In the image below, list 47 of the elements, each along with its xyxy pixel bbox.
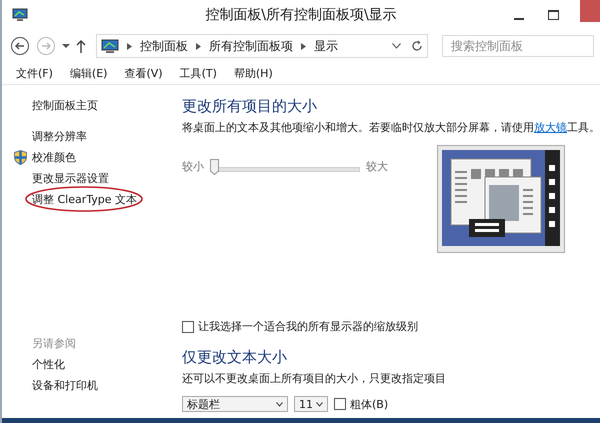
slider-min-label: 较小 bbox=[182, 159, 204, 174]
chevron-right-icon bbox=[196, 42, 201, 50]
sidebar-link[interactable]: 校准颜色 bbox=[32, 147, 76, 168]
section-heading: 更改所有项目的大小 bbox=[182, 97, 317, 116]
sidebar-link[interactable]: 个性化 bbox=[32, 354, 65, 375]
shield-icon bbox=[14, 150, 27, 165]
maximize-icon bbox=[548, 10, 558, 20]
section-description: 将桌面上的文本及其他项缩小和增大。若要临时仅放大部分屏幕，请使用放大镜工具。 bbox=[182, 120, 600, 135]
breadcrumb[interactable]: 控制面板 bbox=[140, 38, 188, 54]
chevron-down-icon[interactable] bbox=[392, 43, 401, 49]
magnifier-link[interactable]: 放大镜 bbox=[534, 121, 567, 134]
breadcrumb[interactable]: 所有控制面板项 bbox=[209, 38, 293, 54]
caret-icon bbox=[316, 402, 323, 406]
menu-item[interactable]: 文件(F) bbox=[16, 66, 53, 80]
window-title: 控制面板\所有控制面板项\显示 bbox=[205, 6, 397, 24]
sidebar-link[interactable]: 控制面板主页 bbox=[32, 95, 98, 116]
refresh-icon[interactable] bbox=[411, 40, 423, 52]
section-heading: 仅更改文本大小 bbox=[182, 348, 287, 367]
menu-item[interactable]: 帮助(H) bbox=[234, 66, 273, 80]
see-also-heading: 另请参阅 bbox=[32, 336, 76, 352]
address-bar[interactable]: 控制面板 所有控制面板项 显示 bbox=[96, 34, 428, 58]
breadcrumb[interactable]: 显示 bbox=[314, 38, 338, 54]
caret-icon bbox=[62, 43, 70, 49]
back-button[interactable] bbox=[10, 36, 30, 56]
size-dropdown[interactable]: 11 bbox=[294, 396, 328, 412]
minimize-icon bbox=[514, 18, 524, 20]
caret-icon bbox=[276, 402, 283, 406]
menu-item[interactable]: 工具(T) bbox=[180, 66, 217, 80]
section-description: 还可以不更改桌面上所有项目的大小，只更改指定项目 bbox=[182, 371, 446, 386]
menu-item[interactable]: 查看(V) bbox=[124, 66, 163, 80]
sidebar-link[interactable]: 更改显示器设置 bbox=[32, 168, 109, 189]
sidebar-link[interactable]: 调整分辨率 bbox=[32, 126, 87, 147]
checkbox-label: 粗体(B) bbox=[350, 396, 388, 412]
display-icon bbox=[101, 38, 119, 54]
sidebar-link[interactable]: 设备和打印机 bbox=[32, 375, 98, 396]
item-dropdown[interactable]: 标题栏 bbox=[182, 396, 288, 412]
slider-thumb[interactable] bbox=[210, 159, 219, 175]
bold-checkbox[interactable]: 粗体(B) bbox=[334, 396, 388, 412]
up-arrow-icon[interactable] bbox=[76, 39, 86, 53]
slider-max-label: 较大 bbox=[366, 159, 388, 174]
history-dropdown[interactable] bbox=[62, 43, 70, 49]
chevron-right-icon bbox=[127, 42, 132, 50]
chevron-right-icon bbox=[301, 42, 306, 50]
search-field[interactable]: 搜索控制面板 bbox=[442, 35, 594, 57]
display-icon bbox=[12, 8, 28, 22]
maximize-button[interactable] bbox=[546, 8, 560, 22]
menu-item[interactable]: 编辑(E) bbox=[70, 66, 108, 80]
